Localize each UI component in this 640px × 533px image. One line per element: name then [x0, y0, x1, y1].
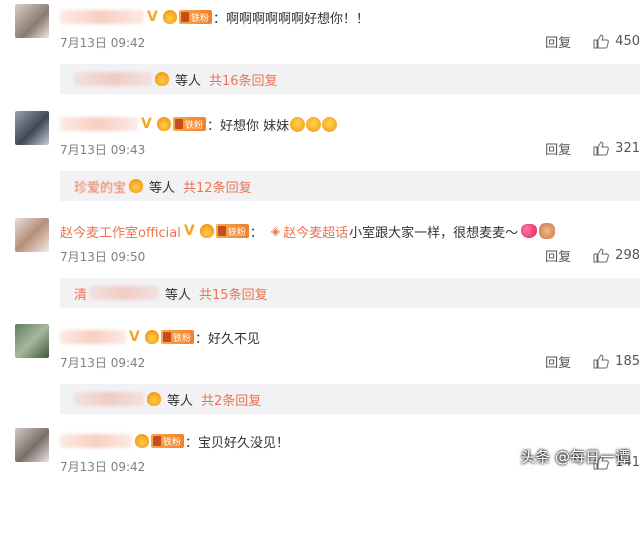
sub-replies-total[interactable]: 共2条回复 — [201, 390, 261, 409]
comment-header: 铁粉 ：宝贝好久没见！ — [60, 430, 289, 452]
comment-actions: 回复 321 — [545, 139, 640, 158]
crown-icon — [147, 392, 161, 406]
comment-item: 铁粉 ：宝贝好久没见！ 7月13日 09:42 回复 141 — [0, 428, 640, 533]
crown-icon — [129, 179, 144, 193]
comment-header: V 铁粉 ：好久不见 — [60, 326, 260, 348]
crown-icon — [157, 117, 171, 131]
emoji-icon — [322, 116, 338, 132]
comment-item: V 铁粉 ：啊啊啊啊啊啊好想你！！ 7月13日 09:42 回复 450 等人 … — [0, 4, 640, 109]
avatar[interactable] — [15, 111, 49, 145]
thumbs-up-icon — [593, 140, 610, 155]
reply-user-blurred[interactable] — [74, 72, 152, 86]
crown-icon — [135, 434, 149, 448]
comment-text: 小室跟大家一样，很想麦麦～ — [349, 225, 519, 241]
avatar[interactable] — [15, 218, 49, 252]
reply-button[interactable]: 回复 — [545, 139, 571, 158]
fan-badge: 铁粉 — [179, 10, 213, 24]
comment-text: ：啊啊啊啊啊啊好想你！！ — [213, 11, 370, 27]
verified-icon: V — [141, 115, 152, 132]
reply-user-name[interactable]: 珍爱的宝 — [74, 177, 126, 196]
reply-user-name[interactable]: 清 — [74, 284, 87, 303]
avatar[interactable] — [15, 4, 49, 38]
comment-date: 7月13日 09:42 — [60, 460, 146, 474]
reply-user-blurred[interactable] — [74, 392, 144, 406]
sub-replies-bar[interactable]: 等人 共16条回复 — [60, 64, 640, 94]
comment-text: ：宝贝好久没见！ — [185, 435, 290, 451]
fan-badge: 铁粉 — [161, 330, 195, 344]
fan-badge-label: 铁粉 — [163, 437, 182, 448]
emoji-icon — [290, 116, 306, 132]
sub-replies-total[interactable]: 共16条回复 — [209, 70, 278, 89]
username-blurred[interactable] — [60, 10, 144, 24]
bear-emoji-icon — [539, 223, 556, 239]
thumbs-up-icon — [593, 353, 610, 368]
comment-date: 7月13日 09:42 — [60, 356, 146, 370]
topic-icon: ◈ — [270, 224, 281, 238]
comment-date: 7月13日 09:42 — [60, 36, 146, 50]
like-button[interactable]: 450 — [593, 34, 640, 49]
heart-emoji-icon — [521, 224, 538, 238]
sub-replies-total[interactable]: 共12条回复 — [183, 177, 252, 196]
like-button[interactable]: 298 — [593, 248, 640, 263]
sub-replies-suffix: 等人 — [175, 73, 202, 89]
reply-button[interactable]: 回复 — [545, 352, 571, 371]
crown-icon — [199, 224, 214, 238]
fan-badge-label: 铁粉 — [227, 227, 246, 238]
comment-text: ：好久不见 — [195, 331, 261, 347]
crown-icon — [163, 10, 177, 24]
fan-badge-label: 铁粉 — [191, 13, 210, 24]
like-count: 185 — [615, 353, 640, 369]
verified-icon: V — [147, 8, 158, 25]
fan-badge: 铁粉 — [173, 117, 207, 131]
like-count: 321 — [615, 140, 640, 156]
comment-item: V 铁粉 ：好想你 妹妹 7月13日 09:43 回复 321 珍爱的宝 等人 … — [0, 111, 640, 216]
sub-replies-bar[interactable]: 清 等人 共15条回复 — [60, 278, 640, 308]
comment-item: V 铁粉 ：好久不见 7月13日 09:42 回复 185 等人 共2条回复 — [0, 324, 640, 429]
emoji-icon — [306, 116, 322, 132]
like-button[interactable]: 321 — [593, 141, 640, 156]
reply-user-blurred[interactable] — [89, 286, 160, 300]
reply-button[interactable]: 回复 — [545, 246, 571, 265]
fan-badge-label: 铁粉 — [173, 333, 192, 344]
comment-item: 赵今麦工作室official V 铁粉 ： ◈ 赵今麦超话 小室跟大家一样，很想… — [0, 218, 640, 323]
topic-link[interactable]: 赵今麦超话 — [283, 222, 348, 241]
sub-replies-suffix: 等人 — [167, 393, 194, 409]
colon-separator: ： — [249, 225, 263, 241]
comment-actions: 回复 450 — [545, 32, 640, 51]
watermark: 头条 @每日一谭 — [520, 448, 630, 466]
like-count: 298 — [615, 247, 640, 263]
username[interactable]: 赵今麦工作室official — [60, 222, 181, 241]
comment-header: V 铁粉 ：啊啊啊啊啊啊好想你！！ — [60, 6, 369, 28]
comment-actions: 回复 185 — [545, 352, 640, 371]
sub-replies-suffix: 等人 — [149, 180, 176, 196]
comment-date: 7月13日 09:43 — [60, 143, 146, 157]
comment-header: 赵今麦工作室official V 铁粉 ： ◈ 赵今麦超话 小室跟大家一样，很想… — [60, 220, 556, 242]
fan-badge: 铁粉 — [215, 224, 249, 238]
comment-text: ：好想你 妹妹 — [207, 118, 290, 134]
fan-badge-label: 铁粉 — [185, 120, 204, 131]
sub-replies-bar[interactable]: 等人 共2条回复 — [60, 384, 640, 414]
avatar[interactable] — [15, 324, 49, 358]
sub-replies-suffix: 等人 — [165, 287, 192, 303]
sub-replies-bar[interactable]: 珍爱的宝 等人 共12条回复 — [60, 171, 640, 201]
thumbs-up-icon — [593, 247, 610, 262]
comment-actions: 回复 298 — [545, 246, 640, 265]
thumbs-up-icon — [593, 33, 610, 48]
like-count: 450 — [615, 33, 640, 49]
verified-icon: V — [129, 328, 140, 345]
avatar[interactable] — [15, 428, 49, 462]
comment-header: V 铁粉 ：好想你 妹妹 — [60, 113, 338, 135]
comment-date: 7月13日 09:50 — [60, 250, 146, 264]
verified-icon: V — [183, 222, 195, 239]
crown-icon — [145, 330, 159, 344]
sub-replies-total[interactable]: 共15条回复 — [199, 284, 268, 303]
username-blurred[interactable] — [60, 117, 138, 131]
fan-badge: 铁粉 — [151, 434, 185, 448]
username-blurred[interactable] — [60, 330, 126, 344]
like-button[interactable]: 185 — [593, 354, 640, 369]
crown-icon — [155, 72, 169, 86]
reply-button[interactable]: 回复 — [545, 32, 571, 51]
username-blurred[interactable] — [60, 434, 132, 448]
